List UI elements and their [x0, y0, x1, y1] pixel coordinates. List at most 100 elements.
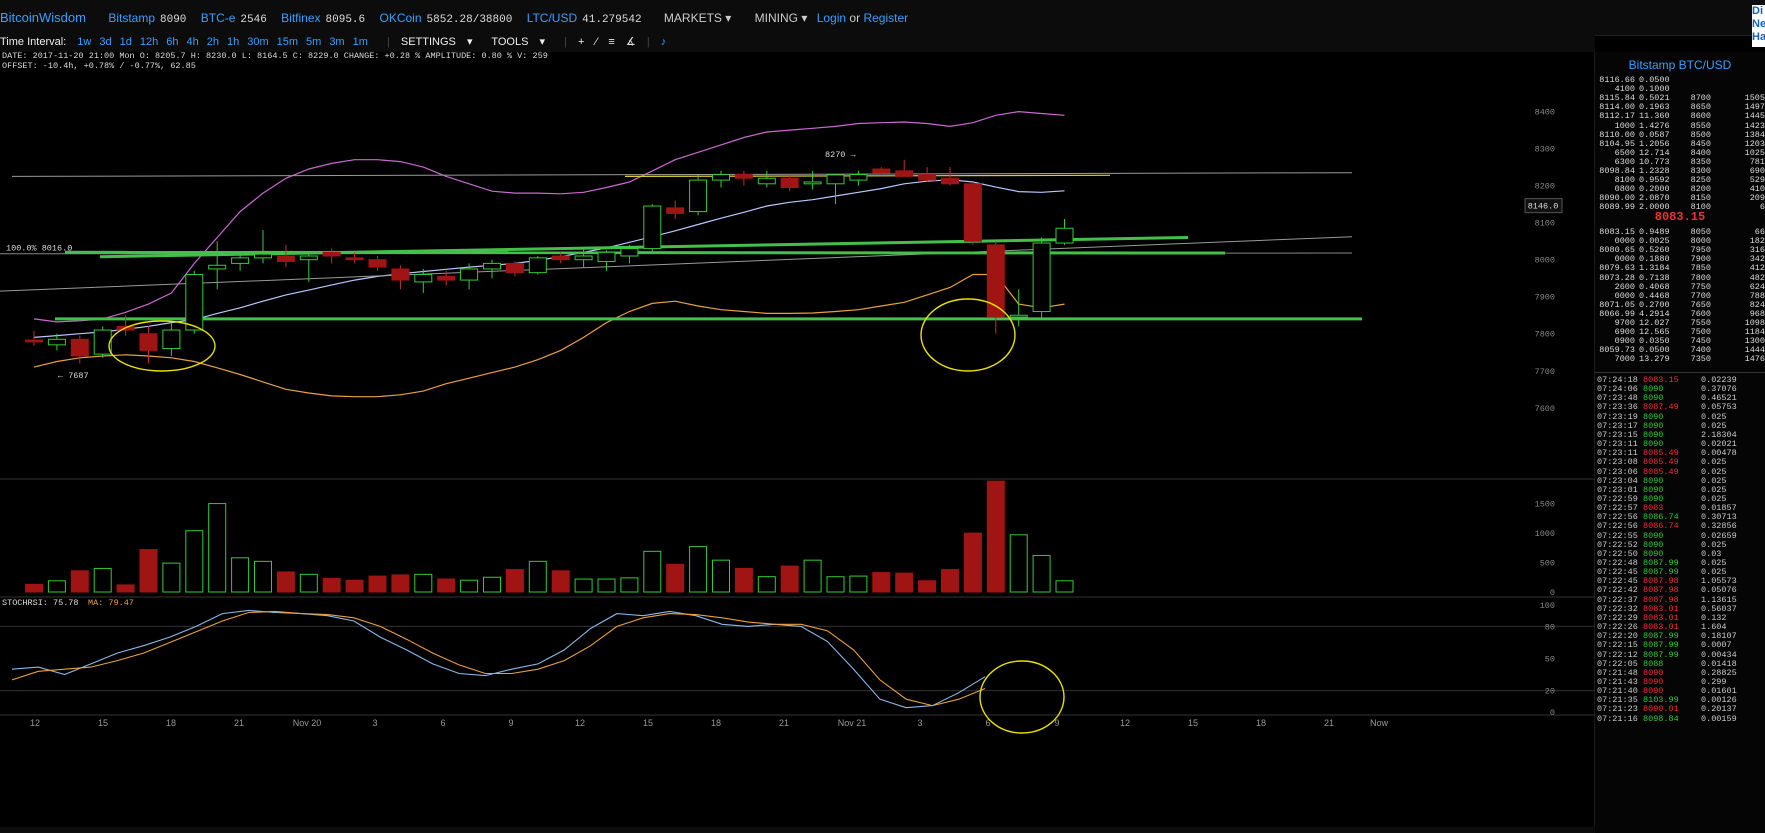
interval-button-1h[interactable]: 1h — [227, 36, 239, 48]
candle[interactable] — [25, 339, 43, 343]
candle[interactable] — [505, 262, 524, 274]
candle[interactable] — [574, 255, 593, 261]
candle[interactable] — [70, 338, 89, 357]
ticker-ltcusd[interactable]: LTC/USD 41.279542 — [521, 11, 647, 26]
candle[interactable] — [551, 255, 570, 261]
candle[interactable] — [47, 338, 66, 346]
candle[interactable] — [231, 257, 250, 264]
price-tick-label: 7900 — [1535, 293, 1555, 303]
candle[interactable] — [734, 174, 753, 179]
candle[interactable] — [254, 253, 272, 259]
candle[interactable] — [872, 168, 891, 174]
candle[interactable] — [918, 174, 937, 181]
volume-bar — [185, 530, 204, 593]
candle[interactable] — [826, 174, 845, 185]
volume-bar — [941, 569, 959, 593]
candle[interactable] — [93, 329, 112, 355]
candle[interactable] — [712, 174, 730, 181]
interval-button-3m[interactable]: 3m — [329, 36, 344, 48]
side-link[interactable]: Di — [1752, 5, 1765, 18]
side-link[interactable]: Ha — [1752, 31, 1765, 44]
volume-bar — [1032, 554, 1051, 593]
trend-line-icon[interactable]: ⁄ — [596, 36, 598, 48]
volume-bar — [116, 584, 135, 593]
candle[interactable] — [666, 207, 685, 214]
candle[interactable] — [414, 274, 433, 283]
side-link[interactable]: Ne — [1752, 18, 1765, 31]
volume-bar — [322, 577, 341, 593]
chevron-down-icon: ▾ — [539, 36, 546, 48]
candle[interactable] — [780, 177, 799, 189]
fibonacci-icon[interactable]: ∡ — [626, 36, 636, 48]
candle[interactable] — [322, 251, 341, 257]
login-link[interactable]: Login — [817, 11, 846, 25]
toolbar-divider: | — [646, 36, 650, 48]
highlight-ellipse — [979, 660, 1065, 734]
candle[interactable] — [276, 255, 295, 263]
candle[interactable] — [185, 274, 204, 331]
candle[interactable] — [528, 257, 547, 274]
volume-bar — [47, 580, 66, 593]
time-tick-label: 21 — [1324, 718, 1334, 728]
offset-info-line: OFFSET: -10.4h, +0.78% / -0.77%, 62.85 — [2, 61, 196, 71]
interval-button-15m[interactable]: 15m — [277, 36, 298, 48]
candle[interactable] — [368, 259, 387, 268]
candle[interactable] — [963, 183, 982, 242]
candle[interactable] — [895, 170, 914, 177]
candle[interactable] — [597, 251, 616, 263]
alert-bell-icon[interactable]: ♪ — [661, 36, 667, 48]
candle[interactable] — [391, 268, 410, 281]
ticker-okcoin[interactable]: OKCoin 5852.28/38800 — [373, 11, 517, 26]
interval-button-4h[interactable]: 4h — [186, 36, 198, 48]
ticker-btce[interactable]: BTC-e 2546 — [195, 11, 272, 26]
candle[interactable] — [437, 275, 456, 281]
markets-menu[interactable]: MARKETS ▾ — [664, 11, 731, 25]
time-tick-label: Now — [1370, 718, 1389, 728]
candle[interactable] — [208, 264, 227, 270]
interval-button-6h[interactable]: 6h — [166, 36, 178, 48]
candle[interactable] — [460, 268, 479, 281]
candle[interactable] — [803, 181, 822, 185]
interval-button-30m[interactable]: 30m — [247, 36, 268, 48]
crosshair-icon[interactable]: + — [578, 36, 584, 48]
settings-menu[interactable]: SETTINGS ▾ — [401, 36, 481, 48]
volume-bar — [460, 579, 479, 593]
ticker-bitfinex[interactable]: Bitfinex 8095.6 — [275, 11, 370, 26]
candle[interactable] — [345, 257, 364, 261]
interval-button-3d[interactable]: 3d — [99, 36, 111, 48]
stochrsi-label: STOCHRSI: 75.78 — [2, 598, 79, 608]
bid-row[interactable]: 7000 13.279 7350 1476 — [1595, 354, 1765, 364]
candle[interactable] — [941, 177, 959, 185]
candle[interactable] — [849, 174, 868, 181]
candle[interactable] — [1032, 242, 1051, 313]
candle[interactable] — [689, 179, 708, 213]
candle[interactable] — [162, 329, 181, 350]
interval-button-5m[interactable]: 5m — [306, 36, 321, 48]
register-link[interactable]: Register — [863, 11, 908, 25]
ticker-bitstamp[interactable]: Bitstamp 8090 — [102, 11, 191, 26]
candle[interactable] — [139, 333, 158, 351]
tools-menu[interactable]: TOOLS ▾ — [491, 36, 553, 48]
candle[interactable] — [1055, 227, 1074, 244]
bid-row-cell: 13.279 — [1639, 354, 1670, 365]
horizontal-lines-icon[interactable]: ≡ — [608, 36, 614, 48]
candle[interactable] — [620, 248, 639, 257]
interval-button-2h[interactable]: 2h — [207, 36, 219, 48]
volume-bar — [963, 532, 982, 593]
volume-bar — [757, 576, 776, 593]
candle[interactable] — [299, 255, 318, 261]
trade-row[interactable]: 07:21:16 8098.84 0.00159 — [1595, 714, 1765, 724]
candle[interactable] — [483, 262, 501, 270]
price-chart[interactable]: DATE: 2017-11-20 21:00 Mon O: 8205.7 H: … — [0, 52, 1595, 827]
candle[interactable] — [1009, 314, 1028, 318]
interval-button-1m[interactable]: 1m — [353, 36, 368, 48]
interval-button-1w[interactable]: 1w — [77, 36, 91, 48]
brand-logo[interactable]: BitcoinWisdom — [0, 10, 86, 25]
mining-menu[interactable]: MINING ▾ — [755, 11, 808, 25]
interval-button-1d[interactable]: 1d — [120, 36, 132, 48]
candle[interactable] — [757, 177, 776, 185]
chevron-down-icon: ▾ — [725, 11, 732, 25]
candle[interactable] — [643, 205, 662, 250]
interval-button-12h[interactable]: 12h — [140, 36, 158, 48]
volume-bar — [803, 559, 822, 593]
